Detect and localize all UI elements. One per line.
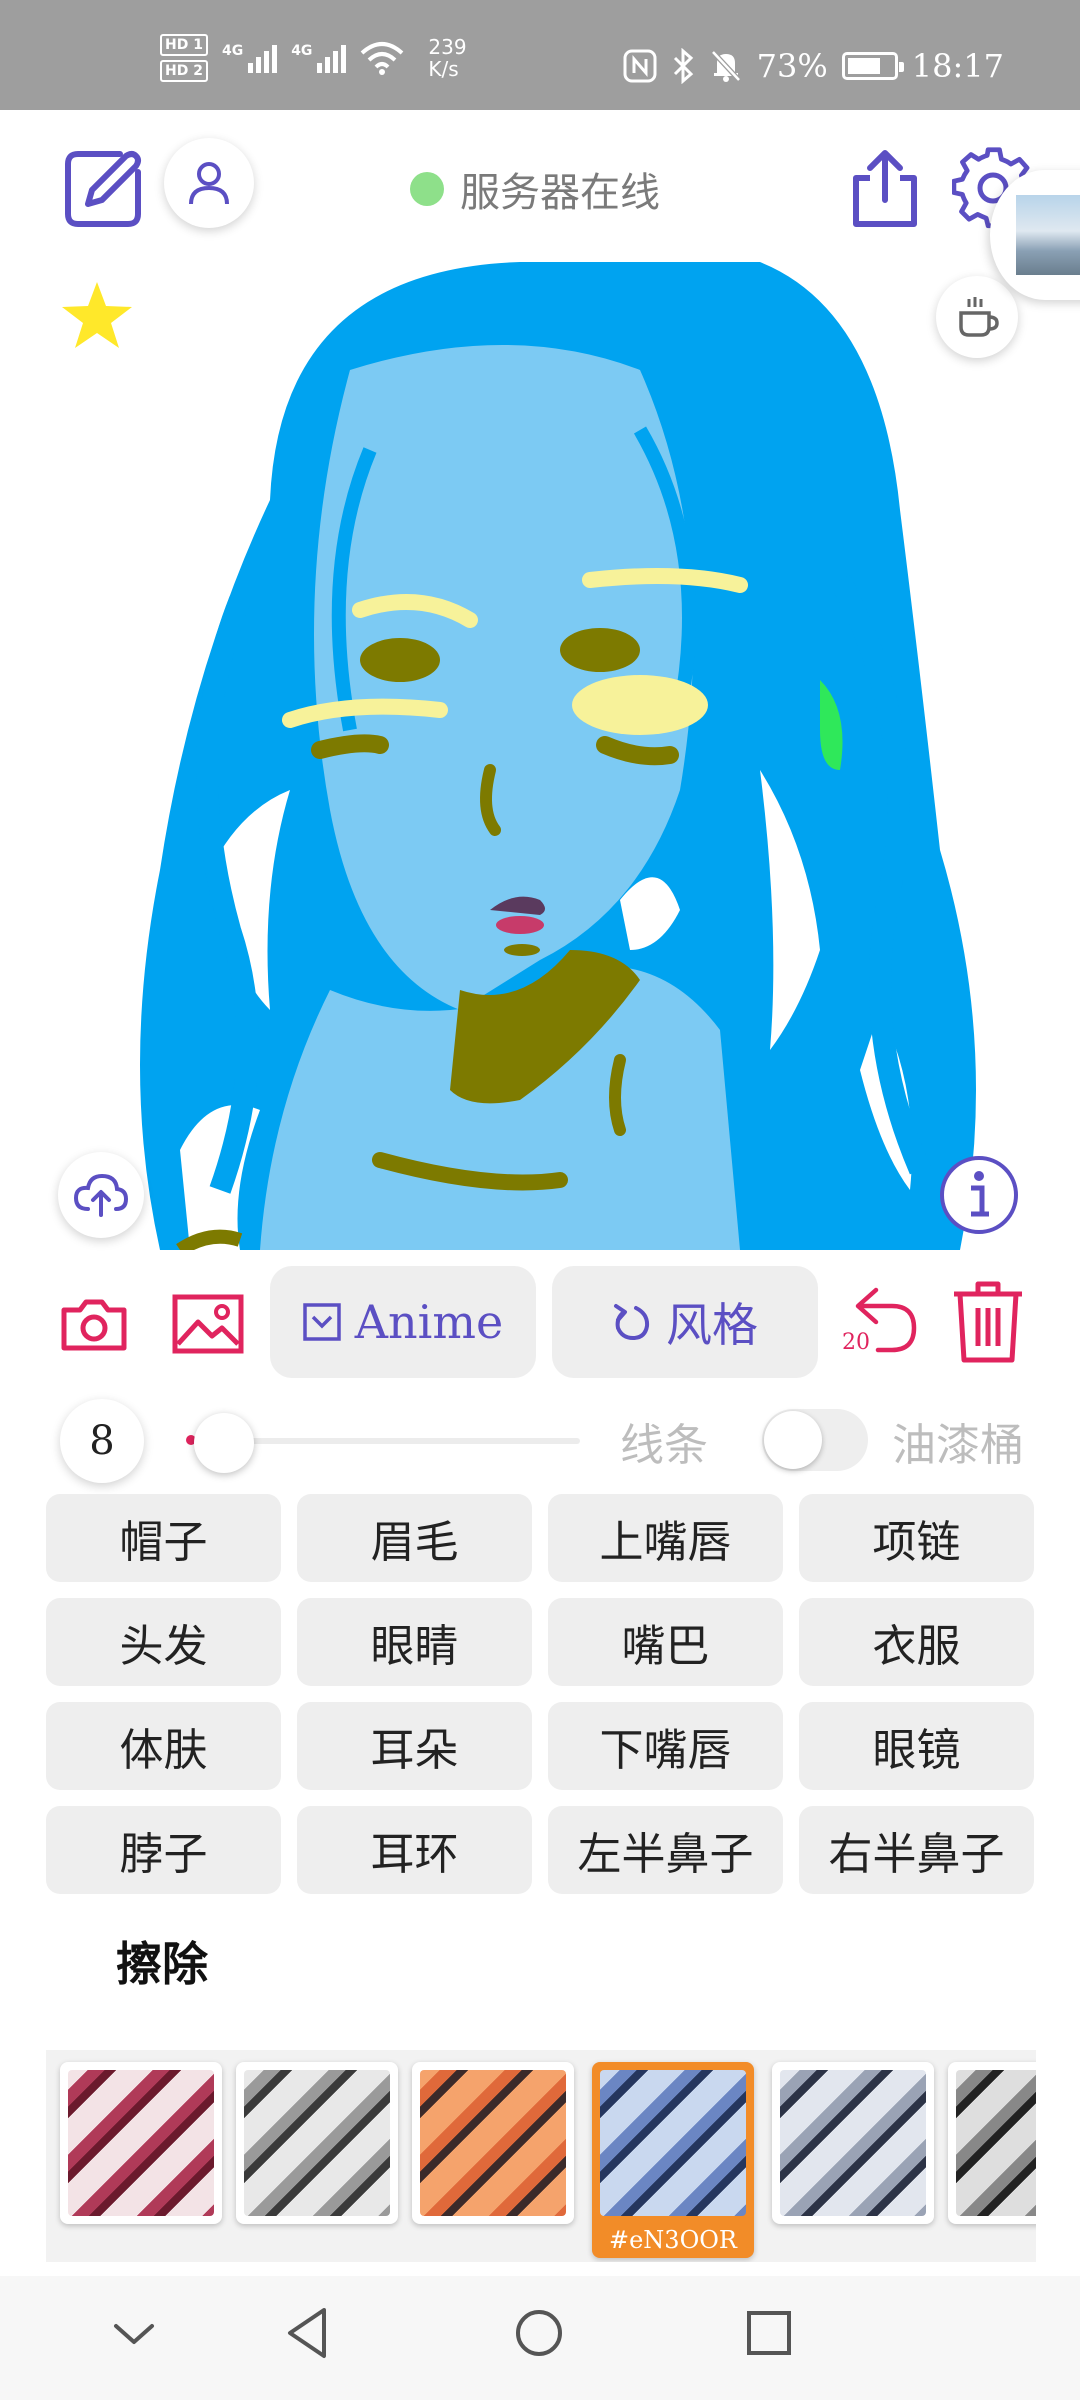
hd2-badge: HD 2 <box>160 60 208 82</box>
back-triangle-icon[interactable] <box>284 2306 330 2360</box>
bluetooth-icon <box>673 48 693 84</box>
image-icon <box>172 1294 244 1354</box>
style-card[interactable] <box>60 2062 222 2224</box>
segment-clothes[interactable]: 衣服 <box>799 1598 1034 1686</box>
brush-size-slider-thumb[interactable] <box>194 1413 254 1473</box>
sketch-drawing <box>140 262 976 1250</box>
server-status: 服务器在线 <box>410 160 660 218</box>
status-left: HD 1 HD 2 4G 4G 239 K/s <box>160 28 467 88</box>
model-label: Anime <box>354 1295 504 1349</box>
paint-bucket-label: 油漆桶 <box>892 1421 1024 1470</box>
recents-square-icon[interactable] <box>746 2310 792 2356</box>
style-swatch <box>600 2070 746 2216</box>
status-right: 73% 18:17 <box>623 44 1004 88</box>
top-toolbar: 服务器在线 <box>0 110 1080 270</box>
drawing-canvas[interactable] <box>120 250 980 1250</box>
coffee-button[interactable] <box>936 276 1018 358</box>
style-strip[interactable]: #eN3OOR <box>46 2050 1036 2262</box>
segment-eyes[interactable]: 眼睛 <box>297 1598 532 1686</box>
user-icon <box>189 162 229 205</box>
segment-neck[interactable]: 脖子 <box>46 1806 281 1894</box>
style-swatch <box>956 2070 1036 2216</box>
segment-hair[interactable]: 头发 <box>46 1598 281 1686</box>
line-mode-label: 线条 <box>620 1421 708 1470</box>
battery-percent: 73% <box>756 47 828 85</box>
segment-necklace[interactable]: 项链 <box>799 1494 1034 1582</box>
clock: 18:17 <box>911 47 1004 85</box>
refresh-icon <box>614 1304 650 1341</box>
online-indicator-icon <box>410 172 444 206</box>
style-card[interactable] <box>236 2062 398 2224</box>
segment-lower-lip[interactable]: 下嘴唇 <box>548 1702 783 1790</box>
segment-right-nose[interactable]: 右半鼻子 <box>799 1806 1034 1894</box>
undo-button[interactable]: 20 <box>838 1284 920 1364</box>
style-label: 风格 <box>666 1299 758 1351</box>
style-swatch <box>780 2070 926 2216</box>
segment-upper-lip[interactable]: 上嘴唇 <box>548 1494 783 1582</box>
favorite-button[interactable] <box>60 280 134 350</box>
info-icon <box>940 1156 1018 1234</box>
action-bar: Anime 风格 20 <box>0 1262 1080 1382</box>
segment-left-nose[interactable]: 左半鼻子 <box>548 1806 783 1894</box>
edit-pencil-icon <box>65 151 141 227</box>
undo-count: 20 <box>842 1330 870 1355</box>
style-swatch <box>68 2070 214 2216</box>
segment-mouth[interactable]: 嘴巴 <box>548 1598 783 1686</box>
segment-skin[interactable]: 体肤 <box>46 1702 281 1790</box>
cloud-upload-icon <box>74 1173 128 1217</box>
style-tag: #eN3OOR <box>608 2226 737 2254</box>
brush-controls: 8 线条 油漆桶 <box>0 1395 1080 1485</box>
style-swatch <box>244 2070 390 2216</box>
delete-button[interactable] <box>950 1278 1026 1364</box>
fill-mode-toggle[interactable] <box>762 1409 868 1471</box>
battery-icon <box>841 52 904 80</box>
toggle-knob <box>764 1411 822 1469</box>
nfc-icon <box>623 49 657 83</box>
style-card-selected[interactable]: #eN3OOR <box>592 2062 754 2258</box>
erase-button[interactable]: 擦除 <box>116 1928 208 1994</box>
share-upload-icon <box>853 150 917 227</box>
segment-glasses[interactable]: 眼镜 <box>799 1702 1034 1790</box>
model-select-button[interactable]: Anime <box>270 1266 536 1378</box>
coffee-cup-icon <box>959 297 999 337</box>
style-button[interactable]: 风格 <box>552 1266 818 1378</box>
segment-earrings[interactable]: 耳环 <box>297 1806 532 1894</box>
gallery-button[interactable] <box>172 1294 244 1354</box>
style-card[interactable] <box>772 2062 934 2224</box>
wifi-icon <box>361 42 404 75</box>
preview-image <box>1016 195 1080 275</box>
sim2-signal-icon: 4G <box>291 43 347 73</box>
camera-button[interactable] <box>60 1296 128 1352</box>
home-circle-icon[interactable] <box>514 2308 564 2358</box>
style-card[interactable] <box>948 2062 1036 2224</box>
upload-button[interactable] <box>58 1152 144 1238</box>
user-button[interactable] <box>164 138 254 228</box>
camera-icon <box>61 1299 127 1351</box>
sim1-signal-icon: 4G <box>222 43 278 73</box>
mute-bell-icon <box>710 50 741 82</box>
info-button[interactable] <box>938 1154 1020 1236</box>
segment-hat[interactable]: 帽子 <box>46 1494 281 1582</box>
segment-eyebrows[interactable]: 眉毛 <box>297 1494 532 1582</box>
checkbox-icon <box>303 1303 341 1341</box>
style-swatch <box>420 2070 566 2216</box>
trash-icon <box>954 1281 1022 1363</box>
net-speed: 239 K/s <box>428 35 467 81</box>
style-card[interactable] <box>412 2062 574 2224</box>
edit-button[interactable] <box>60 146 146 232</box>
segment-ears[interactable]: 耳朵 <box>297 1702 532 1790</box>
system-nav-bar <box>0 2276 1080 2400</box>
status-bar: HD 1 HD 2 4G 4G 239 K/s 73% 18:17 <box>0 0 1080 110</box>
segment-grid: 帽子 眉毛 上嘴唇 项链 头发 眼睛 嘴巴 衣服 体肤 耳朵 下嘴唇 眼镜 脖子… <box>46 1494 1036 1894</box>
server-status-label: 服务器在线 <box>460 171 660 215</box>
hd1-badge: HD 1 <box>160 34 208 56</box>
back-chevron-icon[interactable] <box>112 2320 156 2350</box>
star-icon <box>62 282 132 348</box>
share-button[interactable] <box>848 148 922 230</box>
brush-size-value: 8 <box>60 1399 144 1483</box>
